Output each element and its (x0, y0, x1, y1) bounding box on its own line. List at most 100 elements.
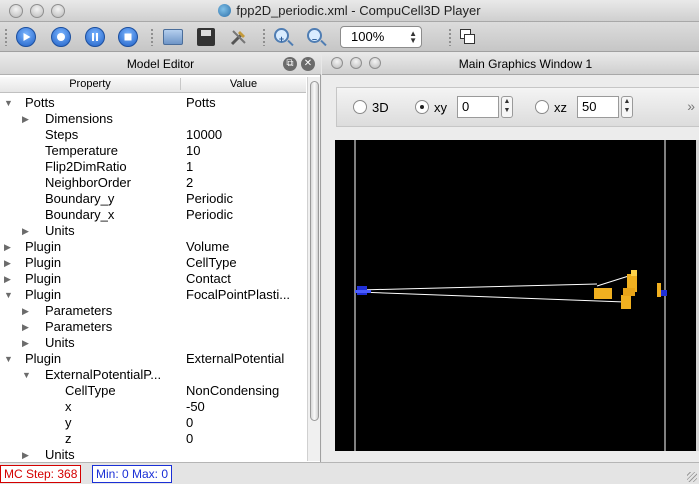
tree-row-value[interactable]: 10 (186, 143, 304, 159)
collapsed-arrow-icon[interactable]: ▶ (22, 111, 29, 127)
radio-xy[interactable] (415, 100, 429, 114)
expanded-arrow-icon[interactable]: ▼ (4, 95, 13, 111)
tree-row[interactable]: ▶ Units (0, 223, 306, 239)
tree-row-value[interactable]: Periodic (186, 191, 304, 207)
tree-row[interactable]: Flip2DimRatio 1 (0, 159, 306, 175)
tree-row[interactable]: x -50 (0, 399, 306, 415)
tree-row[interactable]: Temperature 10 (0, 143, 306, 159)
tree-row-value[interactable]: 1 (186, 159, 304, 175)
xz-slice-input[interactable]: 50 (577, 96, 619, 118)
tree-row[interactable]: ▼ Plugin FocalPointPlasti... (0, 287, 306, 303)
close-panel-icon[interactable]: ✕ (301, 57, 315, 71)
toolbar-grip[interactable] (448, 28, 452, 46)
tree-row[interactable]: ▼ ExternalPotentialP... (0, 367, 306, 383)
expanded-arrow-icon[interactable]: ▼ (4, 351, 13, 367)
tree-row-value[interactable]: Volume (186, 239, 304, 255)
tree-row-value[interactable]: NonCondensing (186, 383, 304, 399)
tree-row-property: CellType (65, 383, 116, 398)
xz-spin-button[interactable]: ▲ ▼ (621, 96, 633, 118)
tree-row[interactable]: ▶ Plugin CellType (0, 255, 306, 271)
tree-row[interactable]: NeighborOrder 2 (0, 175, 306, 191)
tree-row-value[interactable]: Potts (186, 95, 304, 111)
collapsed-arrow-icon[interactable]: ▶ (22, 303, 29, 319)
tree-row[interactable]: ▶ Plugin Contact (0, 271, 306, 287)
radio-xz[interactable] (535, 100, 549, 114)
tree-row[interactable]: ▼ Plugin ExternalPotential (0, 351, 306, 367)
tree-row-value[interactable]: ExternalPotential (186, 351, 304, 367)
window-title-wrap: fpp2D_periodic.xml - CompuCell3D Player (0, 3, 699, 18)
tree-row-value[interactable]: FocalPointPlasti... (186, 287, 304, 303)
tree-row[interactable]: Boundary_x Periodic (0, 207, 306, 223)
min-max-status: Min: 0 Max: 0 (92, 465, 173, 483)
radio-3d[interactable] (353, 100, 367, 114)
tree-row-value[interactable]: 10000 (186, 127, 304, 143)
column-header-property[interactable]: Property (0, 78, 180, 90)
tree-row[interactable]: ▶ Units (0, 447, 306, 461)
collapsed-arrow-icon[interactable]: ▶ (22, 319, 29, 335)
zoom-level-select[interactable]: 100% ▲ ▼ (340, 26, 422, 48)
windows-icon[interactable] (460, 29, 476, 45)
tree-row-value[interactable]: 2 (186, 175, 304, 191)
tree-row[interactable]: ▶ Units (0, 335, 306, 351)
expanded-arrow-icon[interactable]: ▼ (22, 367, 31, 383)
collapsed-arrow-icon[interactable]: ▶ (4, 239, 11, 255)
stop-button[interactable] (118, 27, 138, 47)
tree-row[interactable]: Boundary_y Periodic (0, 191, 306, 207)
tree-row-value[interactable]: CellType (186, 255, 304, 271)
tree-row[interactable]: z0 (0, 431, 306, 447)
resize-grip-icon[interactable] (687, 472, 697, 482)
tree-row[interactable]: ▼ Potts Potts (0, 95, 306, 111)
pause-button[interactable] (85, 27, 105, 47)
collapsed-arrow-icon[interactable]: ▶ (22, 223, 29, 239)
tree-row[interactable]: ▶ Parameters (0, 303, 306, 319)
tree-row-value[interactable]: Periodic (186, 207, 304, 223)
tree-row[interactable]: y0 (0, 415, 306, 431)
save-icon[interactable] (197, 28, 215, 46)
column-headers: Property Value (0, 77, 306, 93)
tree-row-property: y (65, 415, 72, 430)
xy-slice-input[interactable]: 0 (457, 96, 499, 118)
xy-spin-button[interactable]: ▲ ▼ (501, 96, 513, 118)
column-header-value[interactable]: Value (180, 78, 306, 90)
tree-row[interactable]: ▶ Plugin Volume (0, 239, 306, 255)
scrollbar-thumb[interactable] (310, 81, 319, 421)
tree-row-property: x (65, 399, 72, 414)
toolbar-grip[interactable] (150, 28, 154, 46)
tree-row-value[interactable]: 0 (186, 431, 304, 447)
toolbar-grip[interactable] (4, 28, 8, 46)
zoom-in-icon[interactable]: + (274, 28, 289, 44)
float-panel-icon[interactable]: ⧉ (283, 57, 297, 71)
tree-row[interactable]: ▶ Dimensions (0, 111, 306, 127)
tree-row-value[interactable]: 0 (186, 415, 304, 431)
collapsed-arrow-icon[interactable]: ▶ (4, 255, 11, 271)
tree-row[interactable]: CellType NonCondensing (0, 383, 306, 399)
lattice-view[interactable] (335, 140, 696, 451)
tree-row-property: Parameters (45, 319, 113, 334)
model-editor-scrollbar[interactable] (307, 77, 320, 461)
blue-cell-edge-right (661, 290, 667, 296)
more-chevron-icon[interactable]: » (687, 98, 695, 114)
tree-row-value[interactable]: -50 (186, 399, 304, 415)
step-button[interactable] (51, 27, 71, 47)
tree-row-property: Plugin (25, 239, 62, 254)
tree-row[interactable]: ▶ Parameters (0, 319, 306, 335)
step-icon (57, 33, 65, 41)
toolbar-grip[interactable] (262, 28, 266, 46)
tree-row-property: Units (45, 335, 75, 350)
tree-row-property: Parameters (45, 303, 113, 318)
tree-row-property: Boundary_y (45, 191, 115, 206)
collapsed-arrow-icon[interactable]: ▶ (22, 447, 29, 461)
tree-row-value[interactable]: Contact (186, 271, 304, 287)
tools-icon[interactable] (229, 27, 249, 47)
window-front-shape (464, 34, 475, 44)
collapsed-arrow-icon[interactable]: ▶ (4, 271, 11, 287)
graphics-window-titlebar: Main Graphics Window 1 (322, 53, 699, 75)
tree-row[interactable]: Steps 10000 (0, 127, 306, 143)
expanded-arrow-icon[interactable]: ▼ (4, 287, 13, 303)
yellow-cell-4 (623, 288, 635, 296)
open-folder-icon[interactable] (163, 29, 183, 45)
run-button[interactable] (16, 27, 36, 47)
collapsed-arrow-icon[interactable]: ▶ (22, 335, 29, 351)
zoom-out-icon[interactable]: – (307, 28, 322, 44)
model-editor-panel: Model Editor ⧉ ✕ Property Value ▼ Potts Po… (0, 53, 321, 462)
